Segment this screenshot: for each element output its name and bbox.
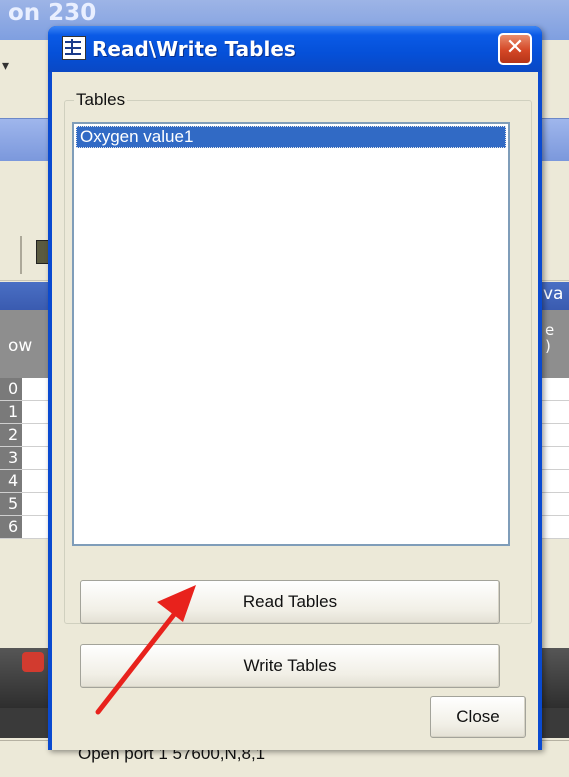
background-title: on 230 [8,0,97,26]
row-number: 3 [0,447,22,469]
tables-group-label: Tables [74,90,128,110]
row-number: 1 [0,401,22,423]
row-number: 2 [0,424,22,446]
toolbar-separator [20,236,22,274]
toolbar-dropdown-icon[interactable]: ▾ [2,58,9,74]
dialog-titlebar[interactable]: Read\Write Tables ✕ [48,26,542,72]
row-number: 5 [0,493,22,515]
background-header-text: va [543,284,564,304]
row-number: 4 [0,470,22,492]
dialog-body: Tables Oxygen value1 Read Tables Write T… [52,72,538,750]
background-column-header-right: e) [545,321,555,355]
table-icon [62,36,86,60]
tables-listbox[interactable]: Oxygen value1 [72,122,510,546]
close-button[interactable]: Close [430,696,526,738]
background-red-icon [22,652,44,672]
read-tables-button[interactable]: Read Tables [80,580,500,624]
dialog-title: Read\Write Tables [92,37,296,61]
read-write-tables-dialog: Read\Write Tables ✕ Tables Oxygen value1… [48,26,542,750]
row-number: 6 [0,516,22,538]
write-tables-button[interactable]: Write Tables [80,644,500,688]
row-number: 0 [0,378,22,400]
list-item[interactable]: Oxygen value1 [76,126,506,148]
background-column-header-left: ow [8,336,33,356]
close-icon[interactable]: ✕ [498,33,532,65]
